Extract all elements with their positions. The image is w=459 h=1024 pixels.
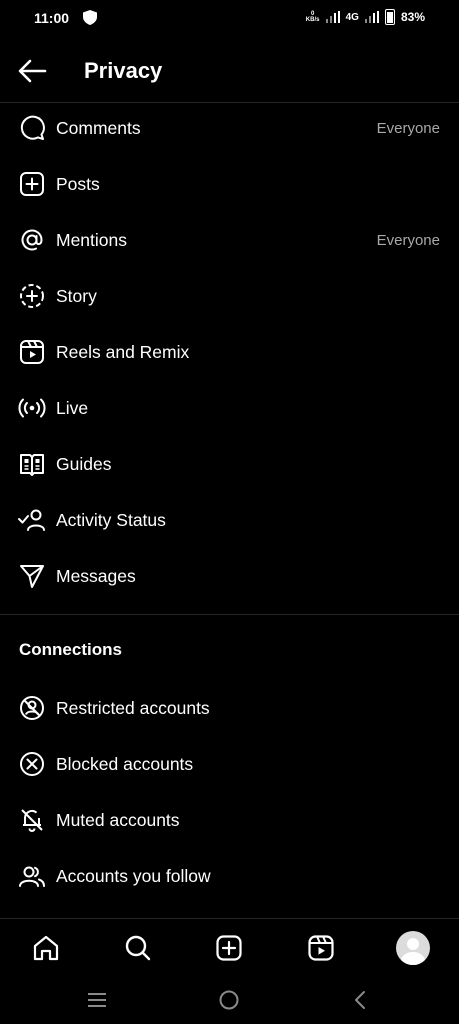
status-time: 11:00 — [34, 10, 70, 26]
item-label: Story — [56, 285, 97, 306]
section-title-connections: Connections — [19, 640, 122, 659]
reels-icon[interactable] — [306, 933, 336, 963]
item-label: Messages — [56, 565, 136, 586]
connections-item-accounts-you-follow[interactable]: Accounts you follow — [0, 848, 459, 904]
connections-item-muted[interactable]: Muted accounts — [0, 792, 459, 848]
item-label: Mentions — [56, 229, 128, 250]
signal-icon — [364, 11, 379, 23]
item-label: Posts — [56, 173, 100, 194]
home-icon[interactable] — [31, 933, 61, 963]
privacy-item-messages[interactable]: Messages — [0, 548, 459, 604]
home-circle-icon[interactable] — [217, 988, 241, 1012]
live-icon — [18, 394, 46, 422]
privacy-item-live[interactable]: Live — [0, 380, 459, 436]
status-bar: 11:00 0 KB/s 4G 83% — [0, 0, 459, 38]
guides-icon — [18, 450, 46, 478]
blocked-icon — [18, 750, 46, 778]
recents-icon[interactable] — [85, 988, 109, 1012]
item-label: Restricted accounts — [56, 697, 210, 718]
item-value: Everyone — [376, 119, 440, 137]
item-label: Accounts you follow — [56, 865, 211, 886]
back-icon[interactable] — [349, 988, 373, 1012]
divider — [0, 614, 459, 615]
privacy-item-mentions[interactable]: Mentions Everyone — [0, 212, 459, 268]
item-label: Reels and Remix — [56, 341, 190, 362]
privacy-item-activity-status[interactable]: Activity Status — [0, 492, 459, 548]
battery-percent: 83% — [400, 10, 425, 24]
item-label: Activity Status — [56, 509, 166, 530]
header: Privacy — [0, 42, 459, 100]
privacy-item-posts[interactable]: Posts — [0, 156, 459, 212]
at-icon — [18, 226, 46, 254]
send-icon — [18, 562, 46, 590]
comment-icon — [18, 114, 46, 142]
privacy-item-guides[interactable]: Guides — [0, 436, 459, 492]
story-icon — [18, 282, 46, 310]
privacy-item-reels[interactable]: Reels and Remix — [0, 324, 459, 380]
search-icon[interactable] — [123, 933, 153, 963]
avatar — [396, 931, 430, 965]
page-title: Privacy — [84, 58, 163, 83]
item-value: Everyone — [376, 231, 440, 249]
restricted-icon — [18, 694, 46, 722]
people-icon — [18, 862, 46, 890]
network-speed: 0 KB/s — [305, 11, 320, 23]
shield-icon — [83, 10, 97, 25]
profile-avatar[interactable] — [396, 931, 430, 965]
item-label: Comments — [56, 117, 141, 138]
activity-status-icon — [18, 506, 46, 534]
item-label: Blocked accounts — [56, 753, 194, 774]
add-post-icon — [18, 170, 46, 198]
item-label: Muted accounts — [56, 809, 180, 830]
back-arrow-icon[interactable] — [16, 56, 48, 86]
connections-item-restricted[interactable]: Restricted accounts — [0, 680, 459, 736]
network-type: 4G — [345, 11, 359, 23]
privacy-item-comments[interactable]: Comments Everyone — [0, 100, 459, 156]
reels-icon — [18, 338, 46, 366]
privacy-item-story[interactable]: Story — [0, 268, 459, 324]
system-nav-bar — [0, 976, 459, 1024]
item-label: Live — [56, 397, 89, 418]
muted-icon — [18, 806, 46, 834]
connections-item-blocked[interactable]: Blocked accounts — [0, 736, 459, 792]
battery-icon — [384, 9, 395, 25]
item-label: Guides — [56, 453, 112, 474]
signal-icon — [325, 11, 340, 23]
bottom-tab-bar — [0, 918, 459, 975]
create-icon[interactable] — [214, 933, 244, 963]
